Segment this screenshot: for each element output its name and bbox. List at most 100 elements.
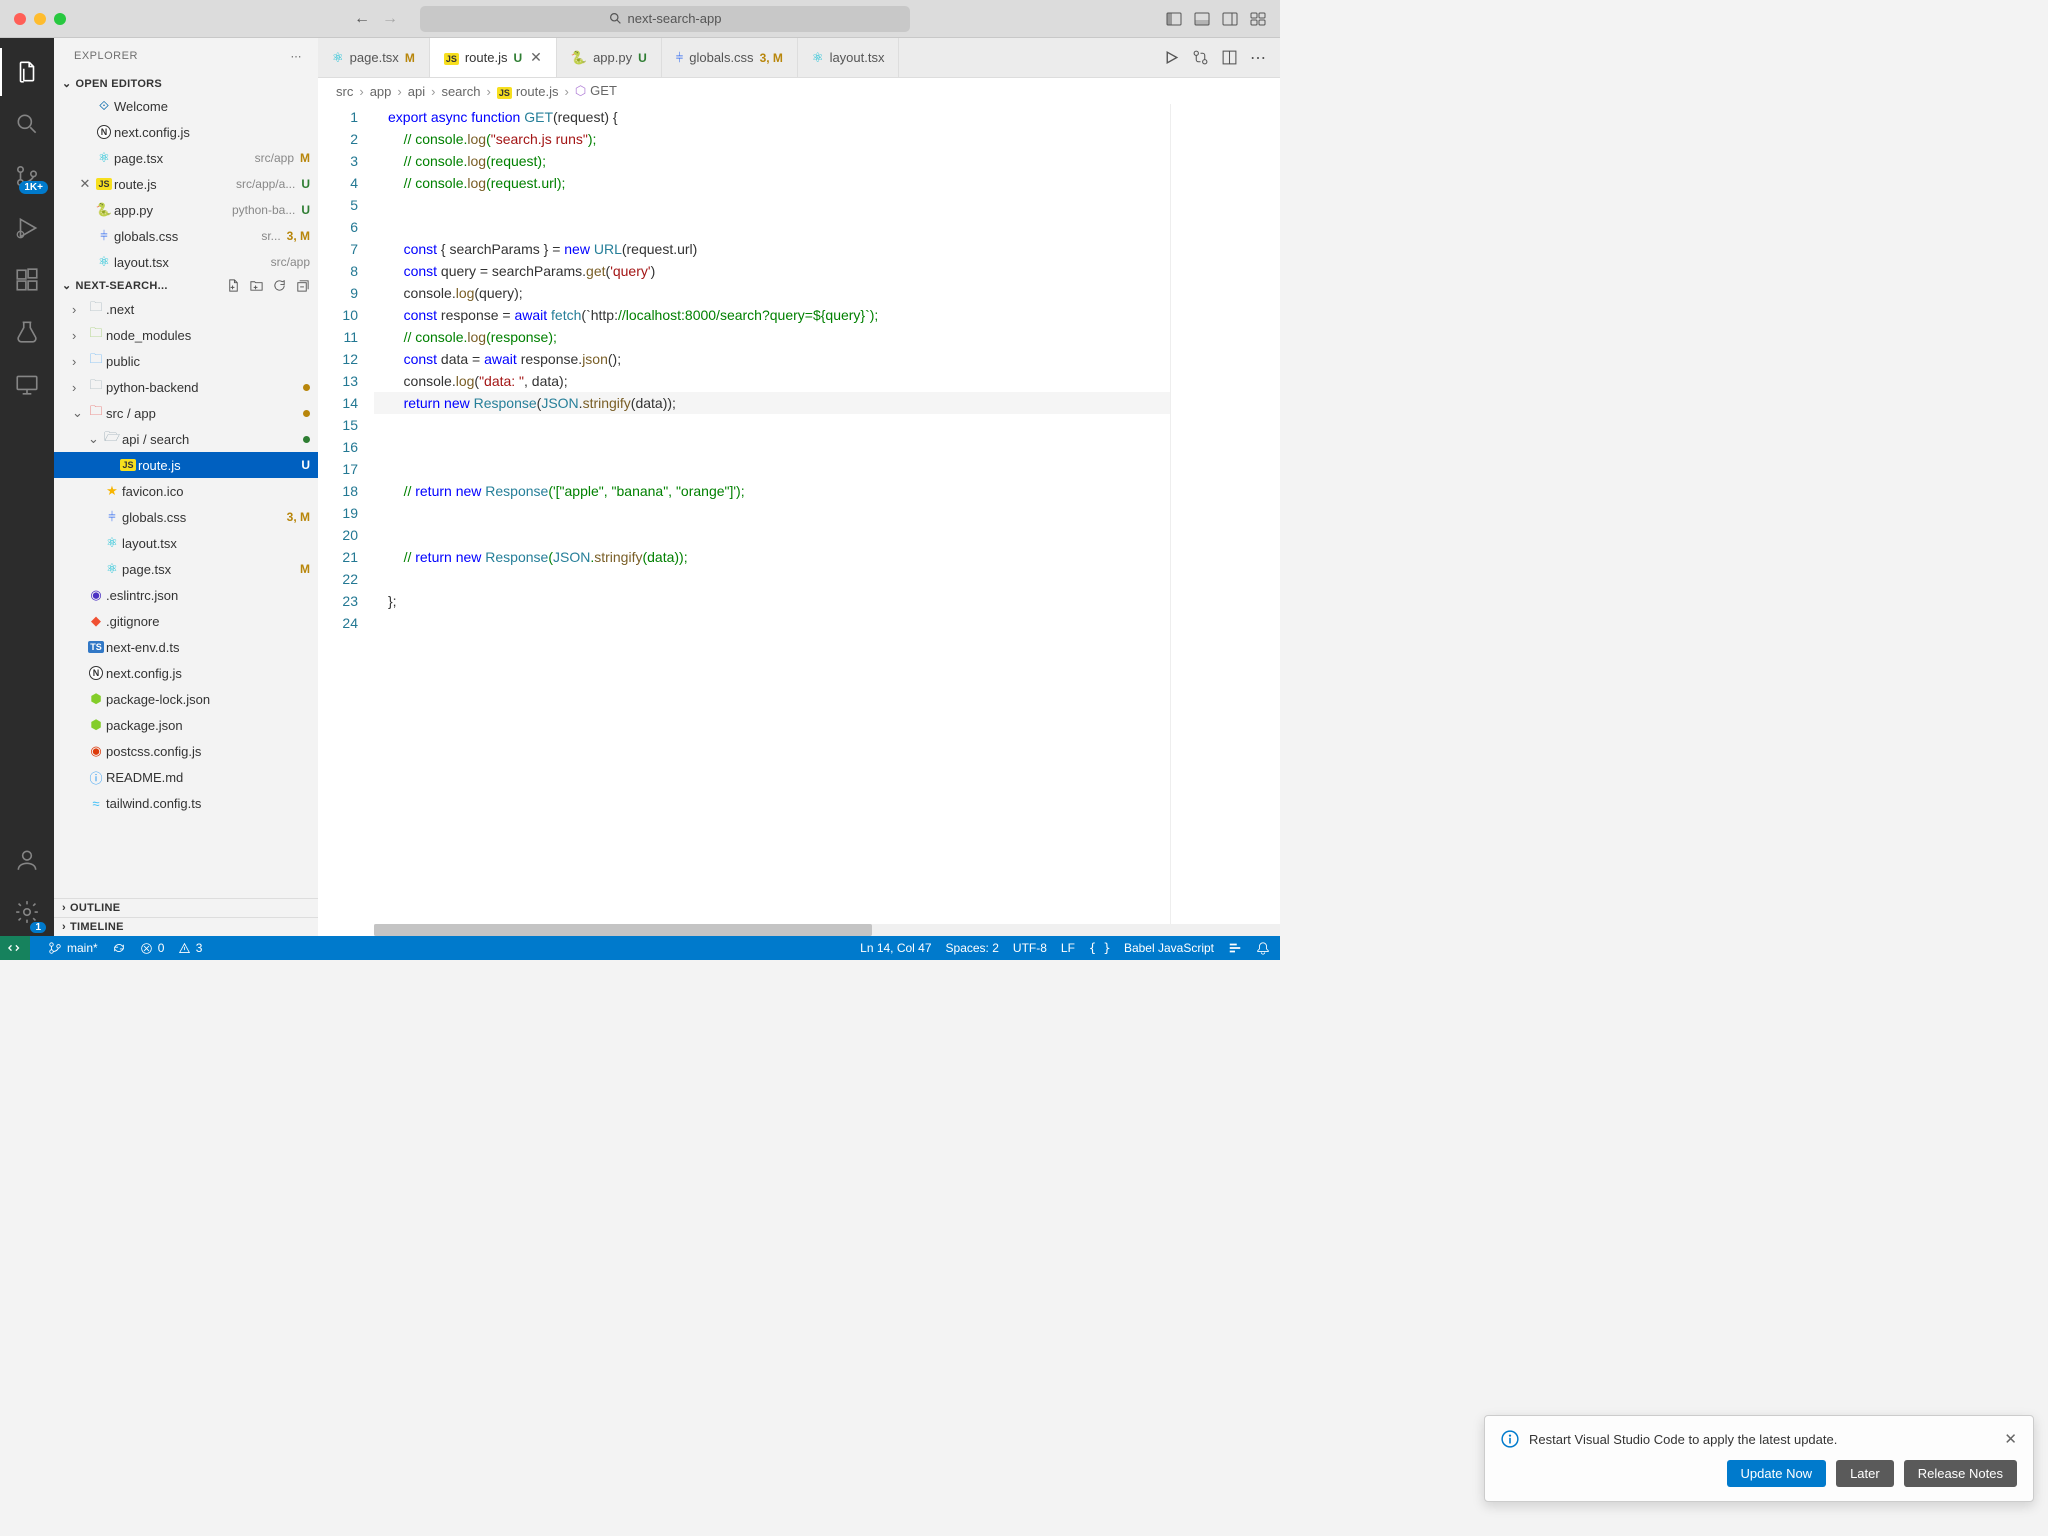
sidebar-more-icon[interactable]: ⋯ <box>291 50 303 63</box>
folder-item[interactable]: ›🗀python-backend <box>54 374 318 400</box>
update-now-button[interactable]: Update Now <box>1727 1460 1827 1487</box>
line-gutter: 123456789101112131415161718192021222324 <box>318 104 374 936</box>
file-item[interactable]: Nnext.config.js <box>54 660 318 686</box>
new-file-icon[interactable] <box>226 278 241 293</box>
editor-tab[interactable]: ⚛layout.tsx <box>798 38 900 77</box>
activity-accounts[interactable] <box>0 836 54 884</box>
close-window[interactable] <box>14 13 26 25</box>
folder-item[interactable]: ›🗀public <box>54 348 318 374</box>
file-item[interactable]: ★favicon.ico <box>54 478 318 504</box>
folder-item[interactable]: ›🗀node_modules <box>54 322 318 348</box>
breadcrumb[interactable]: src›app›api›search›JSroute.js›⬡GET <box>318 78 1280 104</box>
editor-tab[interactable]: JSroute.jsU✕ <box>430 38 557 77</box>
search-icon <box>609 12 622 25</box>
open-editor-item[interactable]: ⚛page.tsxsrc/appM <box>54 145 318 171</box>
status-bar: main* 0 3 Ln 14, Col 47 Spaces: 2 UTF-8 … <box>0 936 1280 960</box>
folder-item[interactable]: ⌄🗁api / search <box>54 426 318 452</box>
status-eol[interactable]: LF <box>1061 941 1075 955</box>
collapse-all-icon[interactable] <box>295 278 310 293</box>
scm-badge: 1K+ <box>19 181 48 194</box>
toggle-panel-left-icon[interactable] <box>1166 11 1182 27</box>
status-notifications[interactable] <box>1256 941 1270 955</box>
status-cursor[interactable]: Ln 14, Col 47 <box>860 941 931 955</box>
file-item[interactable]: ⚛page.tsxM <box>54 556 318 582</box>
status-prettier[interactable] <box>1228 941 1242 955</box>
maximize-window[interactable] <box>54 13 66 25</box>
file-item[interactable]: JSroute.jsU <box>54 452 318 478</box>
more-icon[interactable]: ⋯ <box>1250 48 1266 68</box>
open-editor-item[interactable]: Nnext.config.js <box>54 119 318 145</box>
command-center[interactable]: next-search-app <box>420 6 910 32</box>
activity-bar: 1K+ 1 <box>0 38 54 936</box>
code-container: 123456789101112131415161718192021222324 … <box>318 104 1280 936</box>
horizontal-scrollbar[interactable] <box>374 924 1280 936</box>
file-item[interactable]: ◆.gitignore <box>54 608 318 634</box>
open-editor-item[interactable]: 🐍app.pypython-ba...U <box>54 197 318 223</box>
activity-settings[interactable]: 1 <box>0 888 54 936</box>
notification-text: Restart Visual Studio Code to apply the … <box>1529 1432 1994 1447</box>
notification-close[interactable]: ✕ <box>2004 1430 2017 1448</box>
nav-arrows: ← → <box>354 10 398 28</box>
file-item[interactable]: ⫩globals.css3, M <box>54 504 318 530</box>
explorer-sidebar: EXPLORER ⋯ ⌄OPEN EDITORS ⟐WelcomeNnext.c… <box>54 38 318 936</box>
git-compare-icon[interactable] <box>1192 49 1209 66</box>
editor-tab[interactable]: 🐍app.pyU <box>557 38 662 77</box>
nav-back[interactable]: ← <box>354 10 370 28</box>
activity-remote-explorer[interactable] <box>0 360 54 408</box>
new-folder-icon[interactable] <box>249 278 264 293</box>
status-problems[interactable]: 0 3 <box>140 941 203 955</box>
editor-tab[interactable]: ⫩globals.css3, M <box>662 38 798 77</box>
file-item[interactable]: ≈tailwind.config.ts <box>54 790 318 816</box>
timeline-header[interactable]: ›TIMELINE <box>54 917 318 936</box>
run-icon[interactable] <box>1163 49 1180 66</box>
code-editor[interactable]: export async function GET(request) { // … <box>374 104 1170 936</box>
traffic-lights <box>14 13 66 25</box>
file-item[interactable]: ⓘREADME.md <box>54 764 318 790</box>
open-editor-item[interactable]: ⟐Welcome <box>54 93 318 119</box>
activity-extensions[interactable] <box>0 256 54 304</box>
release-notes-button[interactable]: Release Notes <box>1904 1460 2017 1487</box>
open-editor-item[interactable]: ✕JSroute.jssrc/app/a...U <box>54 171 318 197</box>
file-item[interactable]: ⬢package.json <box>54 712 318 738</box>
activity-testing[interactable] <box>0 308 54 356</box>
status-spaces[interactable]: Spaces: 2 <box>946 941 999 955</box>
status-language[interactable]: { } Babel JavaScript <box>1089 941 1214 955</box>
project-actions <box>226 278 310 293</box>
file-item[interactable]: ◉.eslintrc.json <box>54 582 318 608</box>
minimize-window[interactable] <box>34 13 46 25</box>
split-editor-icon[interactable] <box>1221 49 1238 66</box>
file-item[interactable]: ⬢package-lock.json <box>54 686 318 712</box>
folder-item[interactable]: ⌄🗀src / app <box>54 400 318 426</box>
status-sync[interactable] <box>112 941 126 955</box>
activity-source-control[interactable]: 1K+ <box>0 152 54 200</box>
file-item[interactable]: ⚛layout.tsx <box>54 530 318 556</box>
activity-search[interactable] <box>0 100 54 148</box>
file-tree: ›🗀.next›🗀node_modules›🗀public›🗀python-ba… <box>54 296 318 898</box>
open-editor-item[interactable]: ⫩globals.csssr...3, M <box>54 223 318 249</box>
later-button[interactable]: Later <box>1836 1460 1894 1487</box>
activity-explorer[interactable] <box>0 48 54 96</box>
toggle-panel-right-icon[interactable] <box>1222 11 1238 27</box>
status-encoding[interactable]: UTF-8 <box>1013 941 1047 955</box>
refresh-icon[interactable] <box>272 278 287 293</box>
open-editor-item[interactable]: ⚛layout.tsxsrc/app <box>54 249 318 275</box>
project-header[interactable]: ⌄NEXT-SEARCH... <box>54 275 318 296</box>
editor-tab[interactable]: ⚛page.tsxM <box>318 38 430 77</box>
file-item[interactable]: TSnext-env.d.ts <box>54 634 318 660</box>
status-branch[interactable]: main* <box>48 941 98 955</box>
nav-forward[interactable]: → <box>382 10 398 28</box>
activity-run-debug[interactable] <box>0 204 54 252</box>
file-item[interactable]: ◉postcss.config.js <box>54 738 318 764</box>
toggle-panel-bottom-icon[interactable] <box>1194 11 1210 27</box>
search-text: next-search-app <box>628 11 722 26</box>
remote-indicator[interactable] <box>0 936 30 960</box>
layout-controls <box>1166 11 1266 27</box>
titlebar: ← → next-search-app <box>0 0 1280 38</box>
sidebar-header: EXPLORER ⋯ <box>54 38 318 74</box>
open-editors-header[interactable]: ⌄OPEN EDITORS <box>54 74 318 93</box>
sidebar-title: EXPLORER <box>74 50 138 62</box>
customize-layout-icon[interactable] <box>1250 11 1266 27</box>
folder-item[interactable]: ›🗀.next <box>54 296 318 322</box>
minimap[interactable] <box>1170 104 1280 936</box>
outline-header[interactable]: ›OUTLINE <box>54 898 318 917</box>
